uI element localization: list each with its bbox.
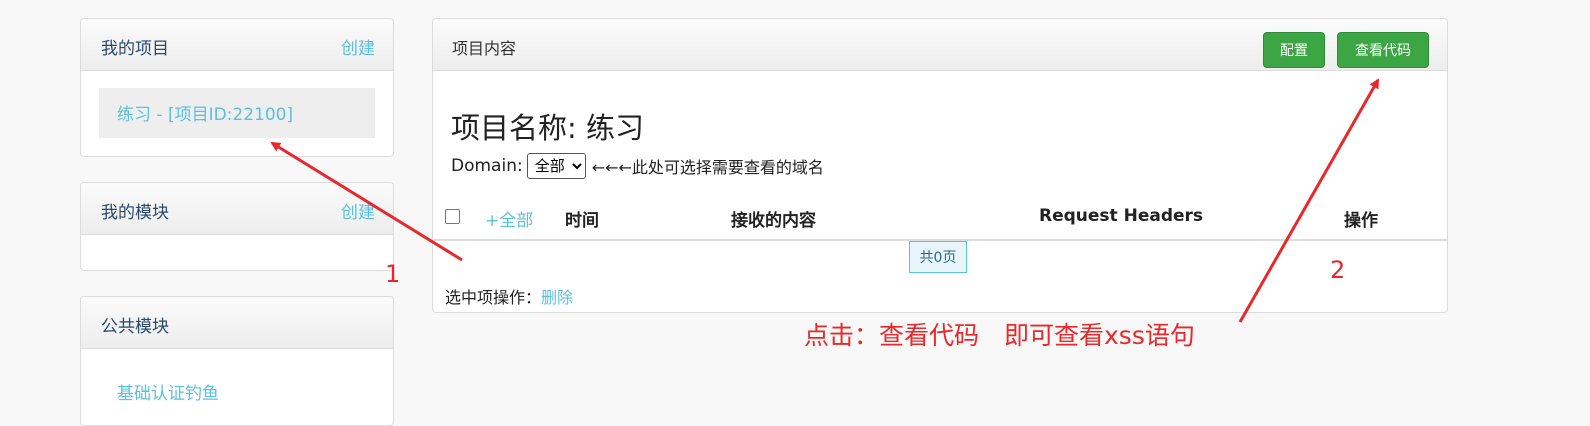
project-content-title: 项目内容 bbox=[452, 39, 517, 58]
my-modules-title: 我的模块 bbox=[101, 203, 169, 223]
view-code-button[interactable]: 查看代码 bbox=[1337, 32, 1429, 68]
public-modules-header: 公共模块 bbox=[81, 297, 393, 349]
annotation-note: 点击：查看代码 即可查看xss语句 bbox=[804, 321, 1195, 350]
column-header-actions: 操作 bbox=[1344, 211, 1378, 231]
my-projects-header: 我的项目 创建 bbox=[81, 19, 393, 71]
select-all-link[interactable]: +全部 bbox=[485, 206, 533, 231]
column-header-content: 接收的内容 bbox=[731, 211, 816, 231]
my-projects-panel: 我的项目 创建 练习 - [项目ID:22100] bbox=[80, 18, 394, 157]
domain-hint: ←←←此处可选择需要查看的域名 bbox=[591, 158, 824, 177]
page-count[interactable]: 共0页 bbox=[909, 241, 967, 273]
column-header-time: 时间 bbox=[565, 211, 599, 231]
column-header-request-headers: Request Headers bbox=[1039, 206, 1204, 226]
create-project-link[interactable]: 创建 bbox=[341, 34, 375, 59]
delete-link[interactable]: 删除 bbox=[541, 288, 573, 307]
config-button[interactable]: 配置 bbox=[1263, 32, 1325, 68]
my-modules-header: 我的模块 创建 bbox=[81, 183, 393, 235]
selection-operations: 选中项操作：删除 bbox=[445, 284, 573, 308]
create-module-link[interactable]: 创建 bbox=[341, 198, 375, 223]
my-projects-title: 我的项目 bbox=[101, 39, 169, 59]
annotation-label-1: 1 bbox=[385, 260, 401, 288]
project-item[interactable]: 练习 - [项目ID:22100] bbox=[99, 88, 375, 138]
my-modules-panel: 我的模块 创建 bbox=[80, 182, 394, 271]
selection-ops-label: 选中项操作： bbox=[445, 288, 542, 307]
public-modules-title: 公共模块 bbox=[101, 317, 169, 337]
project-content-header: 项目内容 配置 查看代码 bbox=[433, 19, 1447, 71]
project-content-panel: 项目内容 配置 查看代码 项目名称: 练习 Domain: 全部 ←←←此处可选… bbox=[432, 18, 1448, 313]
project-name-heading: 项目名称: 练习 bbox=[451, 111, 644, 145]
domain-row: Domain: 全部 ←←←此处可选择需要查看的域名 bbox=[451, 153, 824, 179]
domain-label: Domain: bbox=[451, 156, 523, 176]
domain-select[interactable]: 全部 bbox=[526, 153, 586, 179]
select-all-checkbox[interactable] bbox=[445, 209, 460, 224]
public-module-item[interactable]: 基础认证钓鱼 bbox=[117, 379, 219, 404]
annotation-label-2: 2 bbox=[1330, 256, 1346, 284]
public-modules-panel: 公共模块 基础认证钓鱼 bbox=[80, 296, 394, 426]
